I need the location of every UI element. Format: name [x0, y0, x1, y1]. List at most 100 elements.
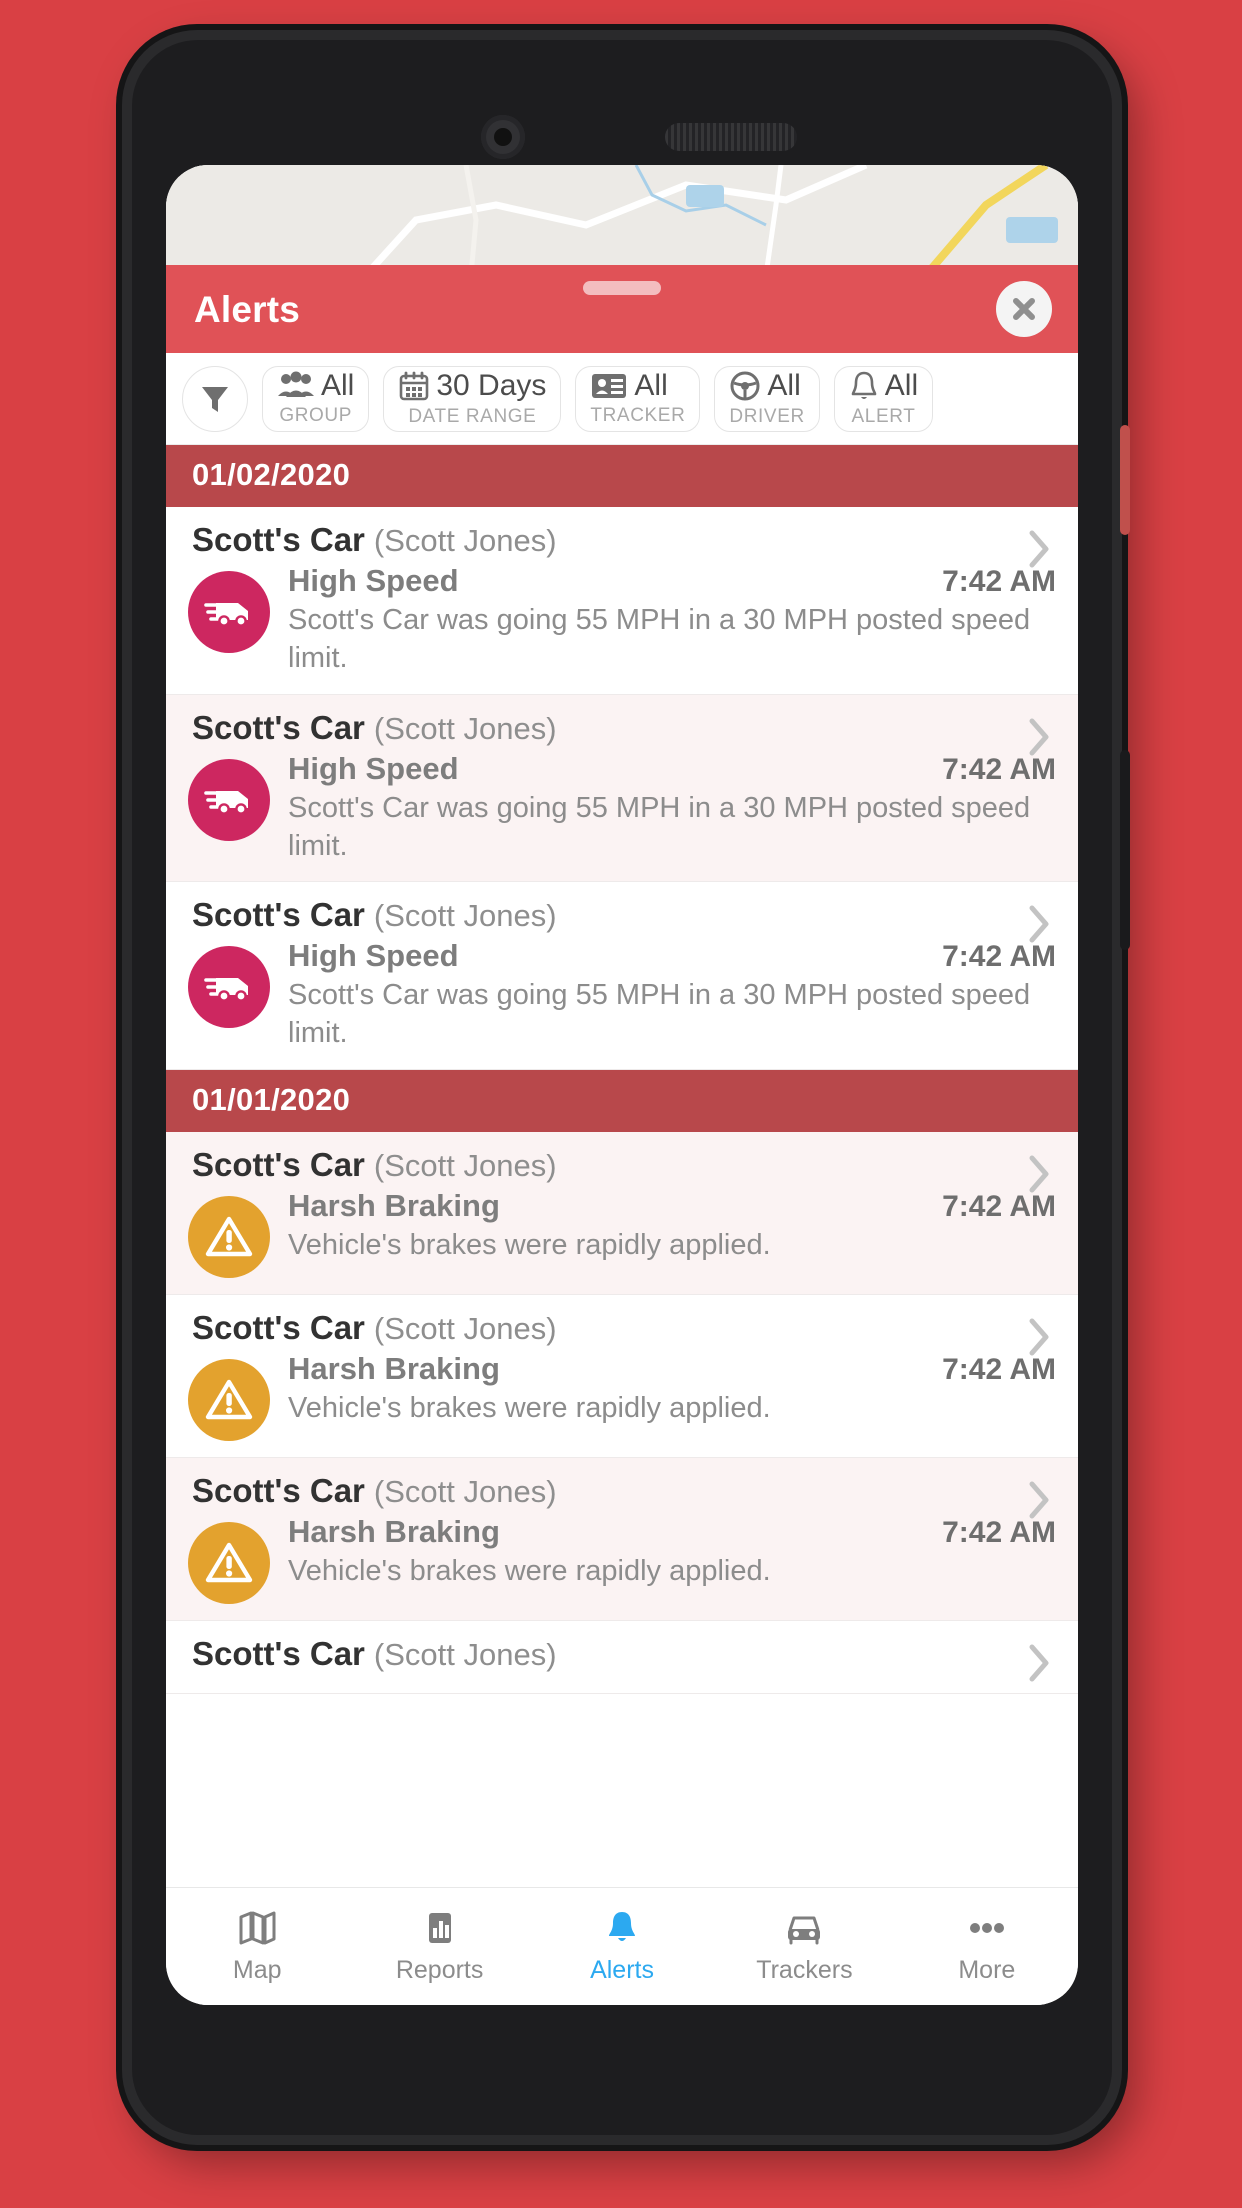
alert-row[interactable]: Scott's Car (Scott Jones) High Speed 7:4…: [166, 507, 1078, 695]
nav-item-more[interactable]: More: [896, 1908, 1078, 1985]
calendar-icon: [398, 370, 430, 402]
alert-type-icon: [188, 571, 270, 653]
volume-button[interactable]: [1120, 425, 1130, 535]
warning-triangle-icon: [205, 1542, 253, 1582]
close-button[interactable]: [996, 281, 1052, 337]
alert-row[interactable]: Scott's Car (Scott Jones): [166, 1620, 1078, 1694]
alert-type-icon: [188, 1521, 270, 1604]
nav-label-more: More: [958, 1956, 1016, 1984]
vehicle-name: Scott's Car: [192, 1308, 365, 1346]
vehicle-name: Scott's Car: [192, 1471, 365, 1509]
earpiece-speaker-icon: [665, 123, 797, 151]
bell-icon: [849, 370, 879, 402]
driver-name: (Scott Jones): [373, 898, 557, 934]
nav-label-alerts: Alerts: [590, 1956, 654, 1984]
alert-row[interactable]: Scott's Car (Scott Jones) Harsh Braking …: [166, 1294, 1078, 1458]
alert-description: Vehicle's brakes were rapidly applied.: [288, 1554, 771, 1587]
id-card-icon: [590, 371, 628, 401]
speeding-vehicle-icon: [204, 790, 248, 815]
alert-type-label: Harsh Braking: [288, 1513, 500, 1549]
bottom-navigation: Map Reports Alerts Trackers More: [166, 1887, 1078, 2005]
filter-toggle-button[interactable]: [182, 365, 248, 432]
vehicle-name: Scott's Car: [192, 708, 365, 746]
alert-row-title: Scott's Car (Scott Jones): [188, 1309, 1056, 1351]
bar-chart-icon: [428, 1913, 451, 1943]
filter-chip-alert-value: All: [884, 368, 919, 402]
driver-name: (Scott Jones): [373, 1147, 557, 1183]
filter-chip-date-range[interactable]: 30 Days DATE RANGE: [383, 365, 562, 432]
filter-chip-alert-label: ALERT: [851, 405, 916, 427]
filter-chip-alert[interactable]: All ALERT: [833, 365, 934, 432]
alert-type-icon: [188, 1195, 270, 1278]
warning-triangle-icon: [205, 1379, 253, 1419]
alert-type-label: Harsh Braking: [288, 1350, 500, 1386]
driver-name: (Scott Jones): [373, 1636, 557, 1672]
alert-type-label: High Speed: [288, 938, 459, 974]
page-title: Alerts: [194, 289, 301, 330]
alert-list[interactable]: 01/02/2020 Scott's Car (Scott Jones) Hig…: [166, 445, 1078, 1887]
power-button[interactable]: [1120, 750, 1130, 950]
filter-chip-driver-value: All: [767, 368, 801, 402]
chevron-right-icon: [1029, 905, 1049, 943]
speeding-vehicle-icon: [204, 978, 248, 1002]
alert-description: Vehicle's brakes were rapidly applied.: [288, 1228, 771, 1261]
filter-bar: All GROUP 30 Days DATE RANGE All TRACKER…: [166, 353, 1078, 445]
chevron-right-icon: [1029, 1155, 1049, 1193]
alert-type-label: High Speed: [288, 750, 459, 786]
filter-chip-date-range-value: 30 Days: [436, 368, 547, 402]
vehicle-name: Scott's Car: [192, 521, 365, 558]
alert-type-icon: [188, 1358, 270, 1441]
alert-description: Scott's Car was going 55 MPH in a 30 MPH…: [288, 979, 1031, 1050]
filter-chip-group-value: All: [321, 368, 355, 402]
alert-type-label: High Speed: [288, 563, 459, 598]
map-icon: [239, 1911, 276, 1945]
filter-chip-tracker-value: All: [634, 368, 668, 402]
nav-label-reports: Reports: [395, 1956, 484, 1984]
alert-type-label: Harsh Braking: [288, 1187, 500, 1223]
phone-screen: Alerts All GROUP 30 Days DATE RANGE All …: [166, 165, 1078, 2005]
chevron-right-icon: [1029, 1644, 1049, 1682]
filter-chip-tracker-label: TRACKER: [590, 404, 686, 426]
phone-frame: Alerts All GROUP 30 Days DATE RANGE All …: [122, 30, 1130, 2145]
alert-row[interactable]: Scott's Car (Scott Jones) Harsh Braking …: [166, 1457, 1078, 1621]
close-icon: [1013, 298, 1035, 320]
alert-row[interactable]: Scott's Car (Scott Jones) Harsh Braking …: [166, 1131, 1078, 1295]
alert-description: Vehicle's brakes were rapidly applied.: [288, 1391, 771, 1424]
nav-item-trackers[interactable]: Trackers: [713, 1908, 895, 1985]
bell-icon: [609, 1912, 636, 1941]
vehicle-name: Scott's Car: [192, 896, 365, 934]
driver-name: (Scott Jones): [373, 1473, 557, 1509]
alert-row-title: Scott's Car (Scott Jones): [188, 1146, 1056, 1188]
alert-row-title: Scott's Car (Scott Jones): [188, 1635, 1056, 1677]
funnel-icon: [202, 386, 228, 412]
nav-item-reports[interactable]: Reports: [348, 1908, 530, 1985]
warning-triangle-icon: [205, 1216, 253, 1256]
vehicle-name: Scott's Car: [192, 1634, 365, 1672]
filter-chip-group[interactable]: All GROUP: [262, 365, 370, 432]
filter-chip-driver-label: DRIVER: [729, 405, 805, 427]
filter-chip-tracker[interactable]: All TRACKER: [575, 365, 701, 432]
nav-label-trackers: Trackers: [756, 1956, 853, 1984]
alert-row-title: Scott's Car (Scott Jones): [188, 709, 1056, 751]
alert-row-title: Scott's Car (Scott Jones): [188, 896, 1056, 938]
drag-handle[interactable]: [583, 281, 661, 295]
nav-item-map[interactable]: Map: [166, 1908, 348, 1985]
alert-row[interactable]: Scott's Car (Scott Jones) High Speed 7:4…: [166, 882, 1078, 1070]
steering-wheel-icon: [729, 370, 761, 402]
sheet-header: Alerts: [166, 265, 1078, 353]
group-people-icon: [277, 371, 315, 401]
alert-description: Scott's Car was going 55 MPH in a 30 MPH…: [288, 791, 1031, 862]
date-header: 01/01/2020: [166, 1069, 1078, 1132]
speeding-vehicle-icon: [204, 603, 248, 627]
filter-chip-group-label: GROUP: [279, 404, 353, 426]
nav-label-map: Map: [232, 1956, 282, 1984]
filter-chip-driver[interactable]: All DRIVER: [714, 365, 820, 432]
car-icon: [788, 1916, 821, 1945]
vehicle-name: Scott's Car: [192, 1145, 365, 1183]
chevron-right-icon: [1029, 718, 1049, 756]
nav-item-alerts[interactable]: Alerts: [531, 1908, 713, 1985]
map-background[interactable]: [166, 165, 1078, 275]
chevron-right-icon: [1029, 530, 1049, 568]
driver-name: (Scott Jones): [373, 710, 557, 746]
alert-row[interactable]: Scott's Car (Scott Jones) High Speed 7:4…: [166, 694, 1078, 883]
